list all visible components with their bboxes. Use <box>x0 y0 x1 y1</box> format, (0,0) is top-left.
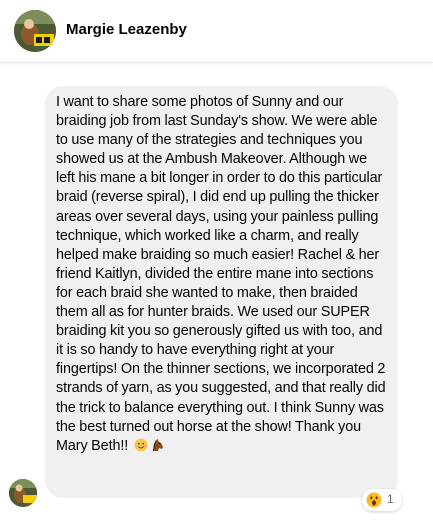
sender-name[interactable]: Margie Leazenby <box>66 21 187 38</box>
sender-avatar-small[interactable] <box>9 479 37 507</box>
message-text: I want to share some photos of Sunny and… <box>56 93 388 456</box>
reaction-badge[interactable]: 1 <box>362 489 402 511</box>
wow-reaction-icon <box>366 492 382 508</box>
conversation-header: Margie Leazenby <box>0 0 433 63</box>
horse-face-icon <box>150 438 164 452</box>
reaction-count: 1 <box>387 492 394 506</box>
smiling-face-icon <box>134 438 148 452</box>
message-body: I want to share some photos of Sunny and… <box>56 94 386 454</box>
message-bubble[interactable]: I want to share some photos of Sunny and… <box>45 86 398 498</box>
avatar[interactable] <box>14 10 56 52</box>
